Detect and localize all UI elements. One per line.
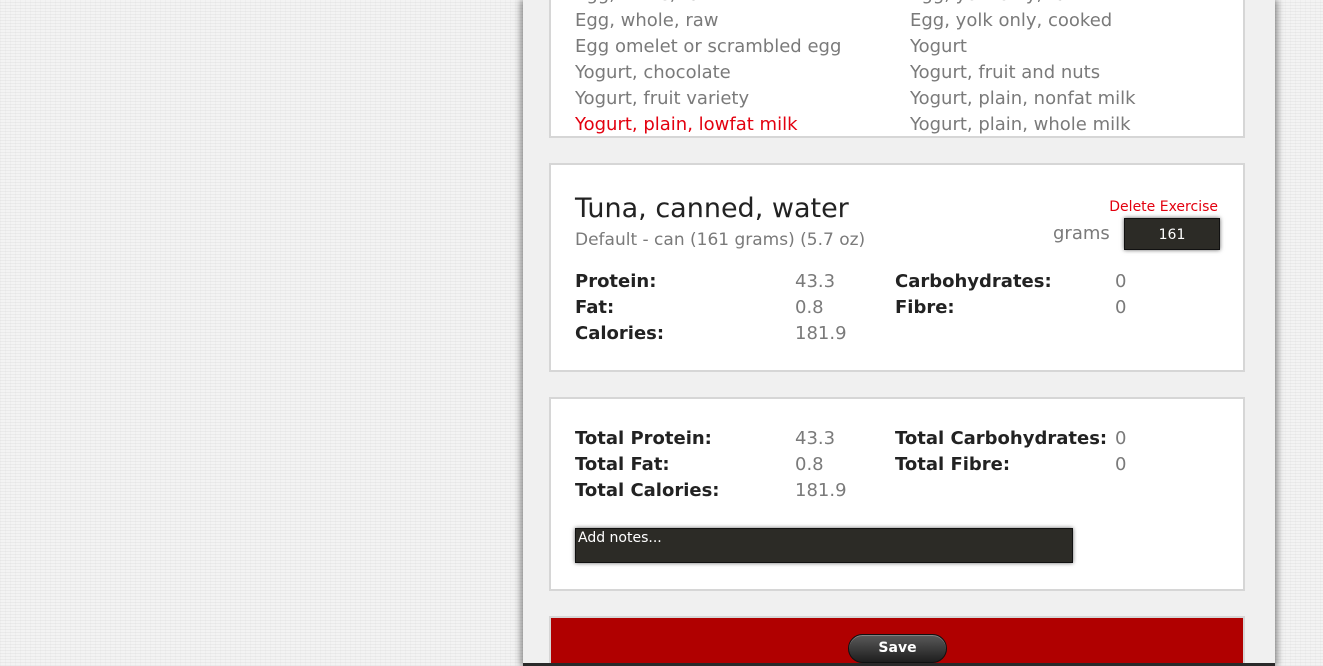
protein-value: 43.3 bbox=[795, 271, 836, 292]
food-list-item[interactable]: Yogurt, fruit and nuts bbox=[910, 62, 1100, 83]
total-fibre-value: 0 bbox=[1115, 454, 1127, 475]
total-fibre-label: Total Fibre: bbox=[895, 454, 1011, 475]
fibre-value: 0 bbox=[1115, 297, 1127, 318]
grams-input[interactable]: 161 bbox=[1124, 218, 1220, 250]
food-list-item[interactable]: Yogurt, chocolate bbox=[575, 62, 731, 83]
food-list-item[interactable]: Egg, yolk only, raw bbox=[910, 0, 1081, 5]
calories-label: Calories: bbox=[575, 323, 665, 344]
food-list-item[interactable]: Yogurt bbox=[910, 36, 967, 57]
food-list-item[interactable]: Egg, whole, raw bbox=[575, 10, 718, 31]
food-list-item[interactable]: Yogurt, fruit variety bbox=[575, 88, 749, 109]
food-list-item[interactable]: Egg omelet or scrambled egg bbox=[575, 36, 841, 57]
protein-label: Protein: bbox=[575, 271, 657, 292]
totals-panel: Total Protein: 43.3 Total Fat: 0.8 Total… bbox=[549, 397, 1245, 591]
notes-input[interactable]: Add notes... bbox=[575, 528, 1073, 563]
food-list-item[interactable]: Yogurt, plain, lowfat milk bbox=[575, 114, 798, 135]
food-list-item[interactable]: Yogurt, plain, nonfat milk bbox=[910, 88, 1136, 109]
carbohydrates-value: 0 bbox=[1115, 271, 1127, 292]
total-fat-value: 0.8 bbox=[795, 454, 824, 475]
fibre-label: Fibre: bbox=[895, 297, 955, 318]
total-protein-value: 43.3 bbox=[795, 428, 836, 449]
total-calories-label: Total Calories: bbox=[575, 480, 720, 501]
serving-size-label: Default - can (161 grams) (5.7 oz) bbox=[575, 230, 866, 250]
total-carbohydrates-label: Total Carbohydrates: bbox=[895, 428, 1108, 449]
content-column: Egg, white, raw Egg, yolk only, raw Egg, w… bbox=[523, 0, 1275, 666]
delete-exercise-link[interactable]: Delete Exercise bbox=[1109, 199, 1218, 215]
food-list-panel: Egg, white, raw Egg, yolk only, raw Egg, w… bbox=[549, 0, 1245, 138]
food-list-item[interactable]: Egg, yolk only, cooked bbox=[910, 10, 1112, 31]
calories-value: 181.9 bbox=[795, 323, 847, 344]
total-protein-label: Total Protein: bbox=[575, 428, 712, 449]
carbohydrates-label: Carbohydrates: bbox=[895, 271, 1052, 292]
page-background: { "food_list": { "items": [ {"label": "E… bbox=[0, 0, 1323, 666]
fat-value: 0.8 bbox=[795, 297, 824, 318]
food-list-item[interactable]: Yogurt, plain, whole milk bbox=[910, 114, 1131, 135]
save-bar: Save bbox=[549, 616, 1245, 666]
food-item-title: Tuna, canned, water bbox=[575, 193, 849, 224]
food-item-panel: Tuna, canned, water Default - can (161 g… bbox=[549, 163, 1245, 372]
total-calories-value: 181.9 bbox=[795, 480, 847, 501]
grams-label: grams bbox=[1053, 223, 1110, 244]
fat-label: Fat: bbox=[575, 297, 615, 318]
total-fat-label: Total Fat: bbox=[575, 454, 670, 475]
total-carbohydrates-value: 0 bbox=[1115, 428, 1127, 449]
save-button[interactable]: Save bbox=[848, 634, 947, 663]
food-list-item[interactable]: Egg, white, raw bbox=[575, 0, 715, 5]
